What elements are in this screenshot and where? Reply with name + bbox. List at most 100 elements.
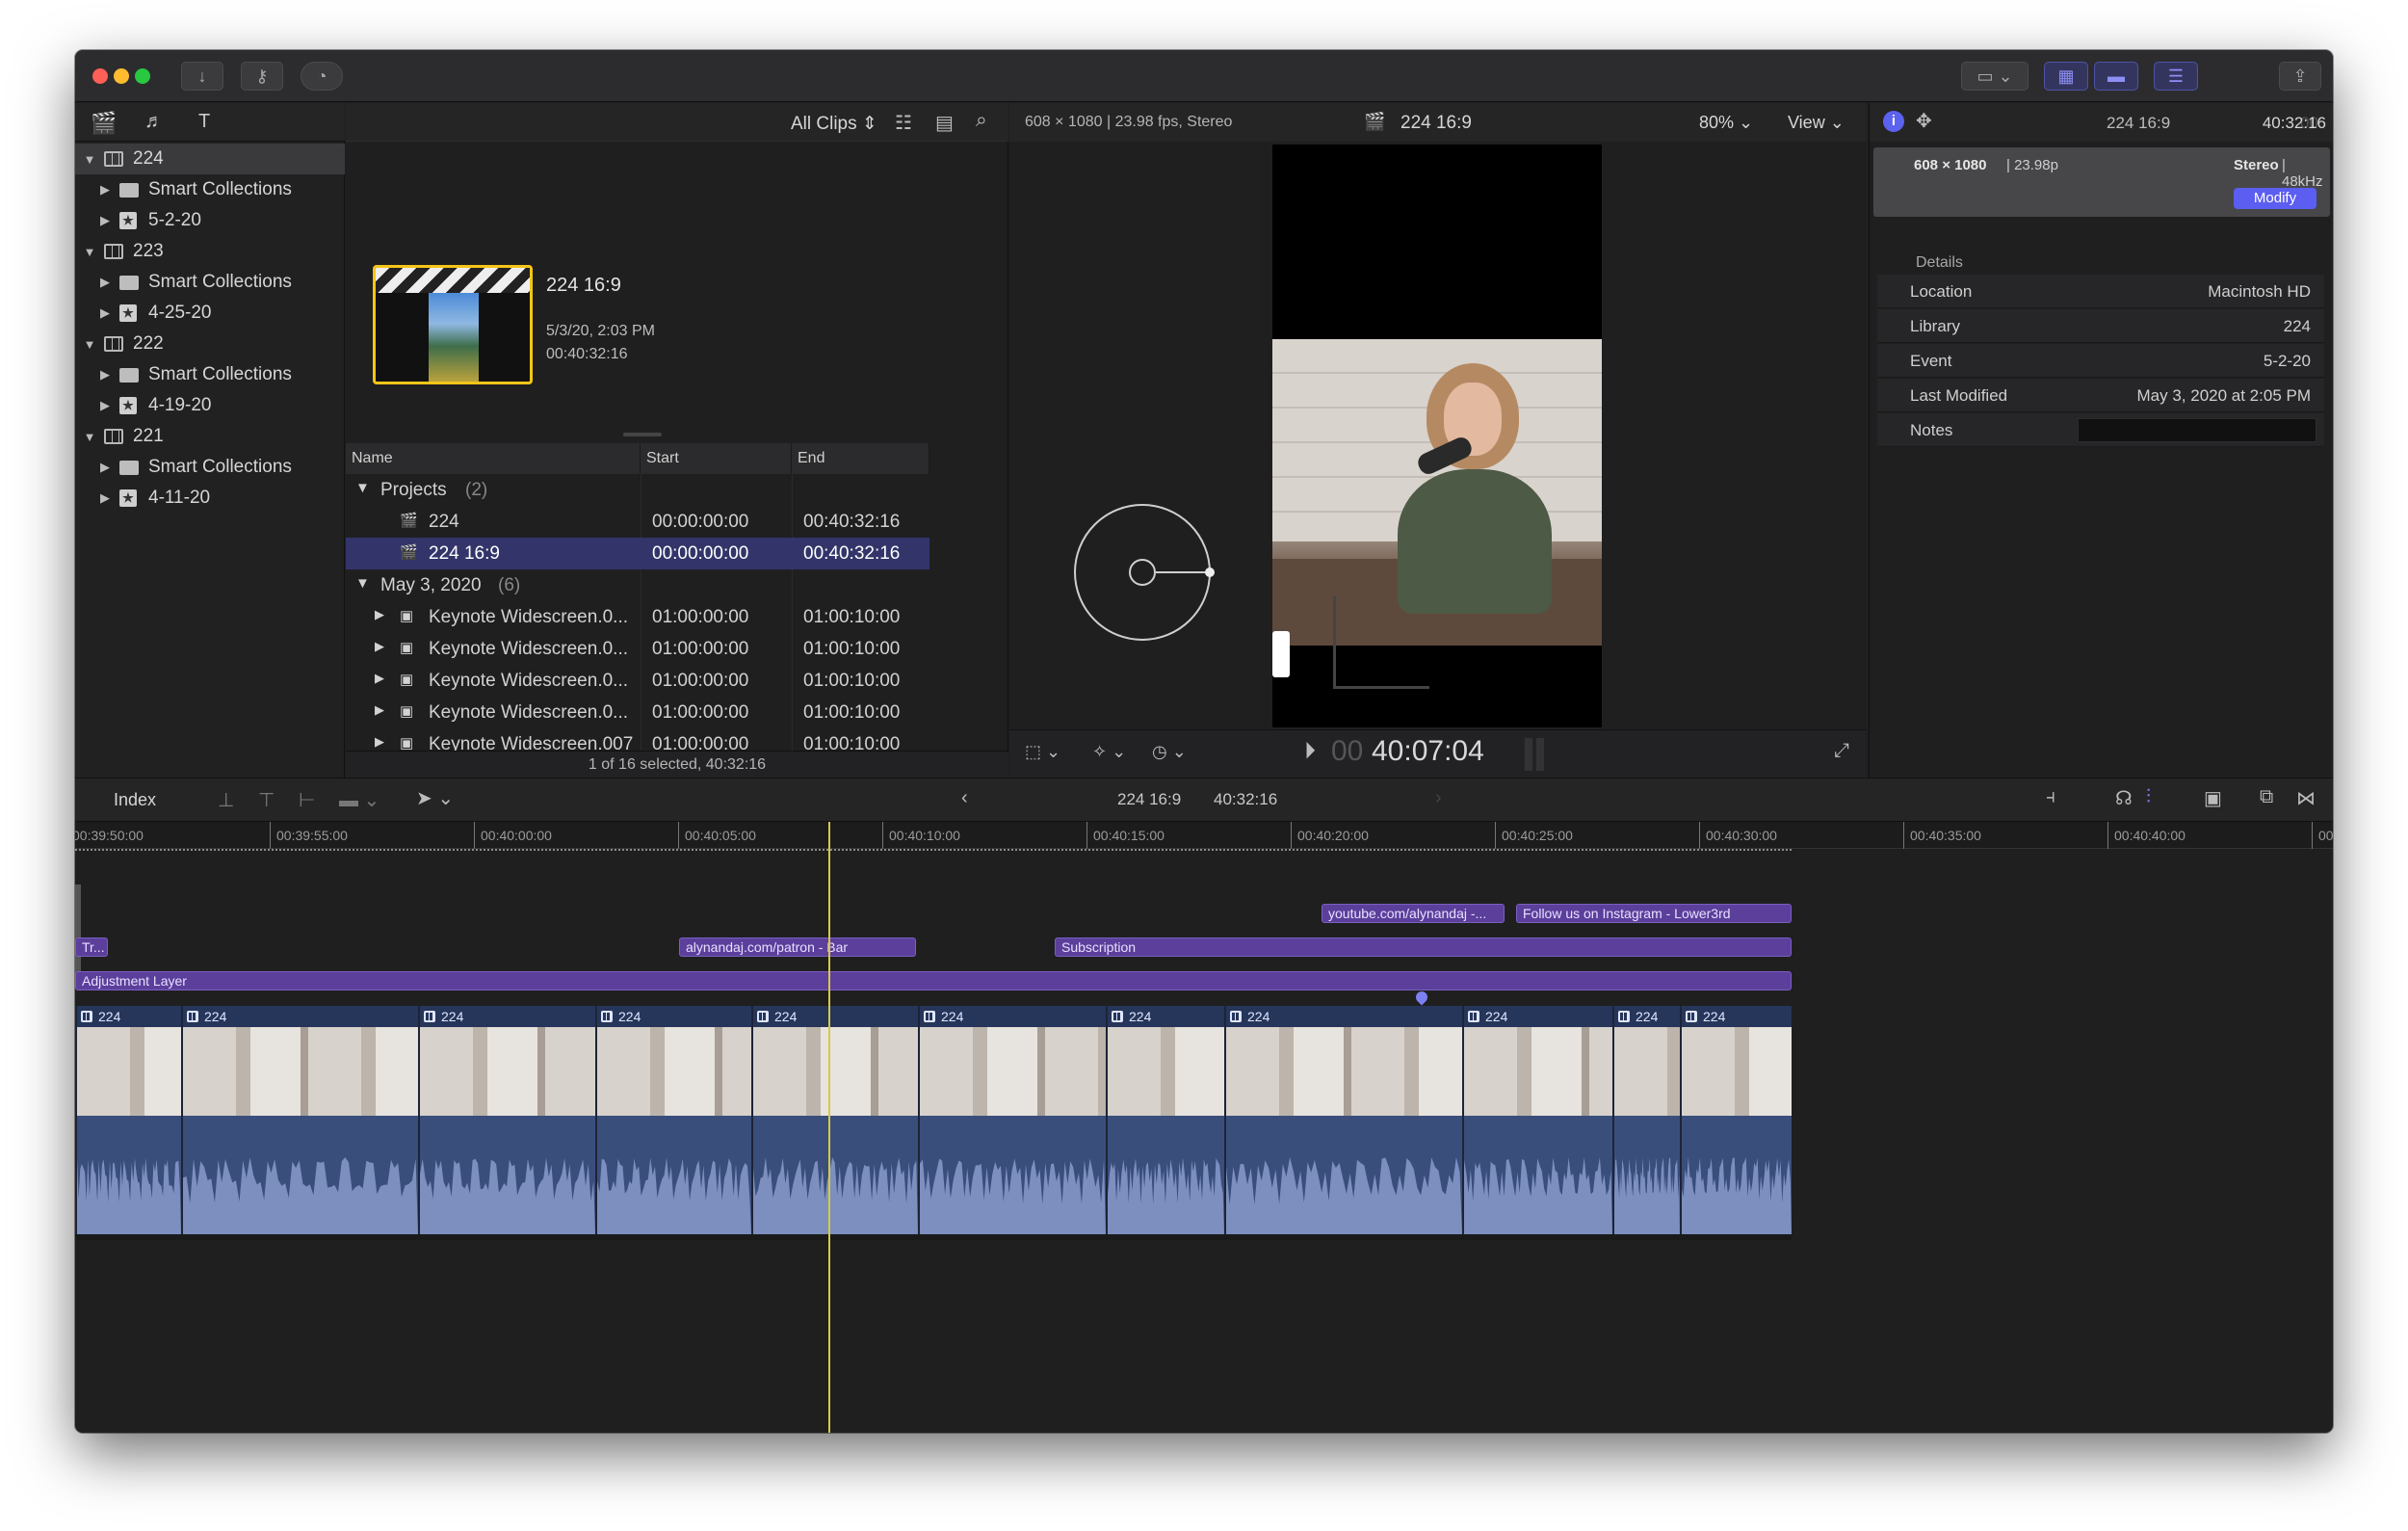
transform-menu-icon[interactable]: ⬚ ⌄ — [1025, 742, 1060, 762]
history-back-icon[interactable]: ‹ — [961, 787, 968, 809]
photos-audio-icon[interactable]: ♬ — [144, 111, 164, 133]
share-inspector-icon[interactable]: ✥ — [1916, 109, 1932, 133]
project-thumbnail[interactable] — [373, 265, 533, 384]
table-row[interactable]: ▶ ▣ Keynote Widescreen.0... 01:00:00:00 … — [346, 601, 929, 633]
video-clip[interactable]: 224 — [418, 1006, 595, 1234]
select-tool-icon[interactable]: ➤ ⌄ — [416, 786, 454, 810]
table-row[interactable]: ▶ ▣ Keynote Widescreen.0... 01:00:00:00 … — [346, 665, 929, 697]
group-row-projects[interactable]: ▼ Projects (2) — [346, 474, 929, 506]
enhance-menu-icon[interactable]: ✧ ⌄ — [1092, 742, 1126, 762]
search-icon[interactable]: ⌕ — [976, 109, 987, 132]
video-clip[interactable]: 224 — [1680, 1006, 1792, 1234]
video-clip[interactable]: 224 — [1224, 1006, 1462, 1234]
video-clip[interactable]: 224 — [181, 1006, 418, 1234]
zoom-window-button[interactable] — [135, 68, 150, 84]
fullscreen-icon[interactable]: ⤢ — [1834, 740, 1849, 762]
clip-filter-menu[interactable]: All Clips ⇕ — [791, 113, 877, 135]
video-clip[interactable]: 224 — [75, 1006, 181, 1234]
clip-appearance-icon[interactable]: ☷ — [895, 111, 912, 135]
rotation-center-icon[interactable] — [1129, 559, 1156, 586]
timeline-index-icon[interactable]: ⧉ — [2260, 786, 2273, 808]
disclosure-closed-icon[interactable]: ▶ — [98, 367, 112, 383]
disclosure-open-icon[interactable]: ▼ — [83, 430, 96, 444]
headphones-icon[interactable]: ☊ — [2115, 786, 2133, 810]
column-end[interactable]: End — [792, 443, 929, 474]
disclosure-open-icon[interactable]: ▼ — [355, 480, 370, 496]
disclosure-open-icon[interactable]: ▼ — [355, 575, 370, 592]
event-row[interactable]: ▶ ★ 5-2-20 — [75, 205, 345, 236]
history-forward-icon[interactable]: › — [1435, 787, 1442, 809]
close-window-button[interactable] — [92, 68, 108, 84]
show-browser-button[interactable]: ▦ — [2044, 62, 2088, 91]
video-clip[interactable]: 224 — [595, 1006, 751, 1234]
disclosure-closed-icon[interactable]: ▶ — [375, 671, 384, 686]
filmstrip-resize-handle[interactable] — [623, 433, 662, 436]
library-row-223[interactable]: ▼ 223 — [75, 236, 345, 267]
video-clip[interactable]: 224 — [751, 1006, 918, 1234]
table-row[interactable]: 🎬 224 00:00:00:00 00:40:32:16 — [346, 506, 929, 538]
show-timeline-button[interactable]: ▬ — [2094, 62, 2138, 91]
skimming-icon[interactable]: ⫞ — [2046, 786, 2055, 808]
column-name[interactable]: Name — [346, 443, 641, 474]
disclosure-closed-icon[interactable]: ▶ — [98, 275, 112, 290]
table-row[interactable]: ▶ ▣ Keynote Widescreen.0... 01:00:00:00 … — [346, 633, 929, 665]
timecode-display[interactable]: 40:07:04 — [1372, 735, 1484, 768]
disclosure-closed-icon[interactable]: ▶ — [98, 490, 112, 506]
smart-collections-row[interactable]: ▶ Smart Collections — [75, 267, 345, 298]
event-row[interactable]: ▶ ★ 4-11-20 — [75, 483, 345, 514]
disclosure-closed-icon[interactable]: ▶ — [375, 734, 384, 750]
filmstrip-view-icon[interactable]: ▤ — [935, 111, 954, 135]
column-start[interactable]: Start — [641, 443, 792, 474]
playhead[interactable] — [828, 822, 830, 1433]
index-button[interactable]: Index — [114, 790, 156, 810]
import-button[interactable]: ↓ — [181, 62, 223, 91]
video-clip[interactable]: 224 — [1106, 1006, 1224, 1234]
insert-clip-icon[interactable]: ⊤ — [258, 788, 275, 812]
info-icon[interactable]: i — [1883, 111, 1904, 132]
event-row[interactable]: ▶ ★ 4-19-20 — [75, 390, 345, 421]
minimize-window-button[interactable] — [114, 68, 129, 84]
append-clip-icon[interactable]: ⊢ — [299, 788, 315, 812]
show-inspector-button[interactable]: ☰ — [2154, 62, 2198, 91]
video-clip[interactable]: 224 — [1462, 1006, 1612, 1234]
disclosure-closed-icon[interactable]: ▶ — [375, 702, 384, 718]
disclosure-open-icon[interactable]: ▼ — [83, 337, 96, 352]
smart-collections-row[interactable]: ▶ Smart Collections — [75, 174, 345, 205]
keywords-button[interactable]: ⚷ — [241, 62, 283, 91]
libraries-icon[interactable]: 🎬 — [91, 111, 117, 136]
titles-generators-icon[interactable]: T — [198, 111, 210, 133]
connect-clip-icon[interactable]: ⊥ — [218, 788, 234, 812]
play-button[interactable]: ⏵ — [1304, 738, 1316, 765]
snapping-icon[interactable]: ⫶ — [2146, 786, 2151, 808]
smart-collections-row[interactable]: ▶ Smart Collections — [75, 452, 345, 483]
library-row-224[interactable]: ▼ 224 — [75, 144, 345, 174]
workspace-menu-button[interactable]: ▭ ⌄ — [1961, 62, 2028, 91]
disclosure-closed-icon[interactable]: ▶ — [98, 460, 112, 475]
clip-appearance-timeline-icon[interactable]: ▣ — [2204, 786, 2222, 810]
disclosure-open-icon[interactable]: ▼ — [83, 245, 96, 259]
timeline-area[interactable]: 00:39:50:00 00:39:55:00 00:40:00:00 00:40:0… — [75, 822, 2333, 1433]
overwrite-clip-icon[interactable]: ▬ ⌄ — [339, 788, 380, 812]
video-clip[interactable]: 224 — [918, 1006, 1106, 1234]
zoom-menu[interactable]: 80% ⌄ — [1699, 113, 1753, 133]
disclosure-closed-icon[interactable]: ▶ — [98, 182, 112, 198]
event-row[interactable]: ▶ ★ 4-25-20 — [75, 298, 345, 329]
disclosure-closed-icon[interactable]: ▶ — [375, 639, 384, 654]
disclosure-closed-icon[interactable]: ▶ — [98, 398, 112, 413]
video-clip[interactable]: 224 — [1612, 1006, 1680, 1234]
share-button[interactable]: ⇪ — [2279, 62, 2321, 91]
disclosure-closed-icon[interactable]: ▶ — [98, 305, 112, 321]
smart-collections-row[interactable]: ▶ Smart Collections — [75, 359, 345, 390]
rotation-handle-dot[interactable] — [1205, 568, 1215, 577]
effects-browser-icon[interactable]: ⋈ — [2296, 786, 2316, 810]
disclosure-closed-icon[interactable]: ▶ — [98, 213, 112, 228]
modify-button[interactable]: Modify — [2234, 188, 2316, 209]
retime-menu-icon[interactable]: ◷ ⌄ — [1152, 742, 1187, 762]
disclosure-open-icon[interactable]: ▼ — [83, 152, 96, 167]
background-tasks-button[interactable]: ◔ — [301, 62, 343, 91]
disclosure-closed-icon[interactable]: ▶ — [375, 607, 384, 622]
library-row-222[interactable]: ▼ 222 — [75, 329, 345, 359]
table-row[interactable]: ▶ ▣ Keynote Widescreen.0... 01:00:00:00 … — [346, 697, 929, 728]
library-row-221[interactable]: ▼ 221 — [75, 421, 345, 452]
notes-field[interactable] — [2078, 418, 2316, 442]
